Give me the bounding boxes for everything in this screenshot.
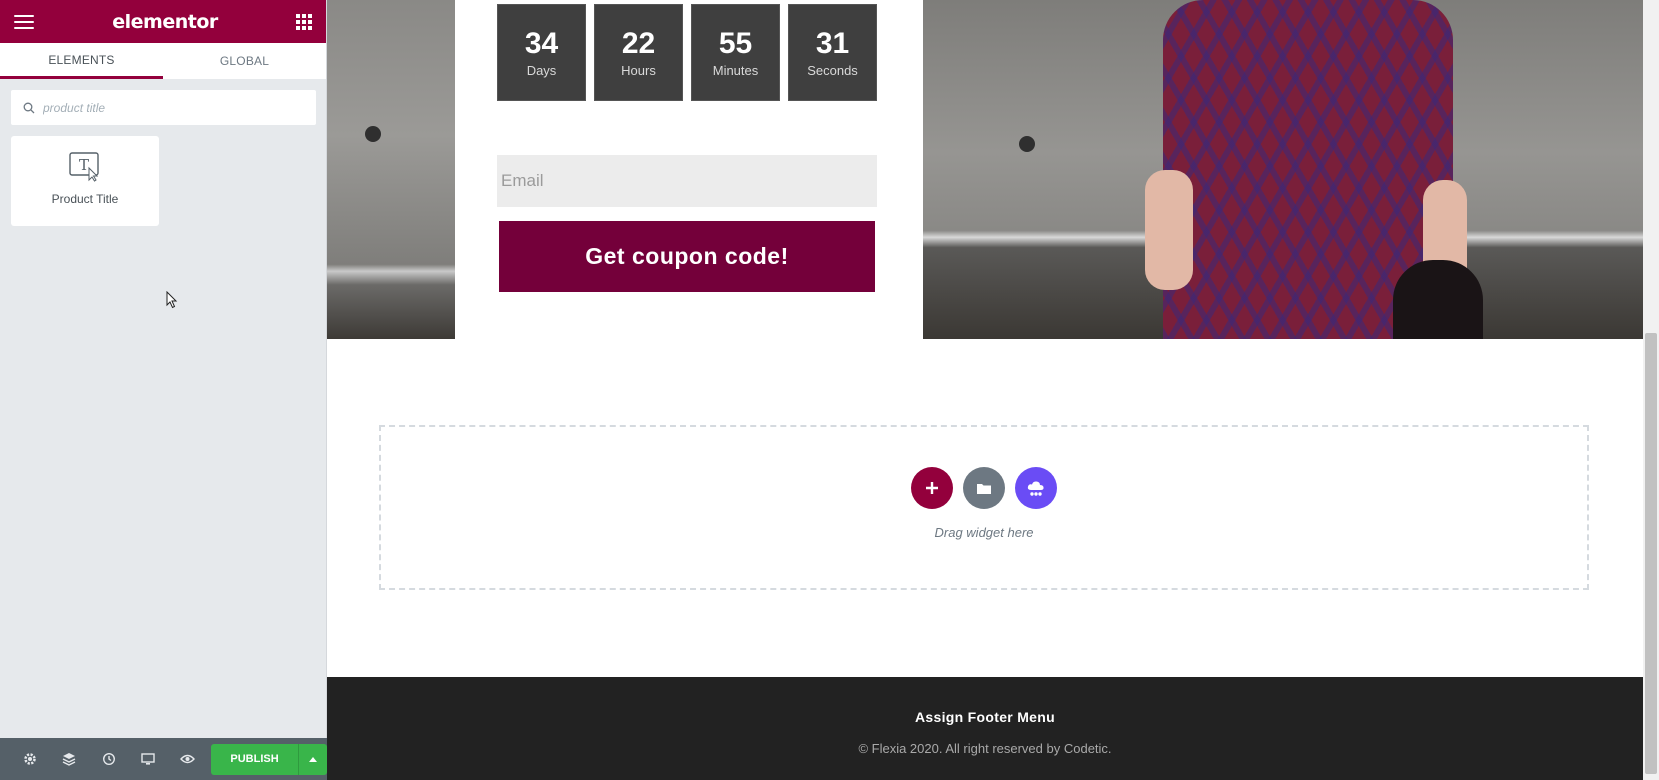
- countdown-days: 34 Days: [497, 4, 586, 101]
- dropzone-hint: Drag widget here: [934, 525, 1034, 540]
- plus-icon: [926, 482, 938, 494]
- countdown-seconds: 31 Seconds: [788, 4, 877, 101]
- publish-button[interactable]: PUBLISH: [211, 743, 299, 775]
- countdown-timer: 34 Days 22 Hours 55 Minutes 31 Seconds: [497, 4, 885, 101]
- widget-product-title[interactable]: T Product Title: [11, 136, 159, 226]
- add-section-button[interactable]: [911, 467, 953, 509]
- settings-icon[interactable]: [10, 738, 49, 780]
- email-field[interactable]: [497, 155, 877, 207]
- search-input[interactable]: [43, 100, 303, 115]
- svg-text:T: T: [79, 156, 89, 174]
- empty-section-dropzone[interactable]: Drag widget here: [379, 425, 1589, 590]
- dropzone-actions: [911, 467, 1057, 509]
- panel-tabs: ELEMENTS GLOBAL: [0, 43, 326, 79]
- countdown-label: Days: [526, 63, 557, 78]
- countdown-label: Minutes: [712, 63, 759, 78]
- coupon-column: 34 Days 22 Hours 55 Minutes 31 Seconds G…: [455, 0, 923, 339]
- countdown-label: Hours: [621, 63, 656, 78]
- editor-canvas: 34 Days 22 Hours 55 Minutes 31 Seconds G…: [327, 0, 1643, 780]
- widgets-grid-icon[interactable]: [295, 13, 312, 30]
- mouse-cursor-icon: [166, 291, 178, 309]
- countdown-value: 31: [815, 27, 850, 60]
- countdown-label: Seconds: [807, 63, 858, 78]
- history-icon[interactable]: [89, 738, 128, 780]
- search-icon: [23, 102, 35, 113]
- hero-section: 34 Days 22 Hours 55 Minutes 31 Seconds G…: [327, 0, 1643, 339]
- cloud-template-button[interactable]: [1015, 467, 1057, 509]
- folder-icon: [977, 483, 991, 494]
- footer-menu-link[interactable]: Assign Footer Menu: [915, 709, 1055, 725]
- elementor-logo: elementor: [112, 10, 218, 33]
- widget-search: [11, 90, 316, 125]
- template-library-button[interactable]: [963, 467, 1005, 509]
- menu-icon[interactable]: [14, 14, 34, 29]
- elementor-panel: elementor ELEMENTS GLOBAL T Product Titl…: [0, 0, 328, 780]
- publish-options-button[interactable]: [298, 743, 328, 775]
- background-photo-left: [327, 0, 455, 339]
- model-photo: [923, 0, 1643, 339]
- countdown-value: 34: [524, 27, 559, 60]
- scrollbar-thumb[interactable]: [1645, 333, 1657, 774]
- widget-label: Product Title: [51, 192, 119, 206]
- caret-up-icon: [309, 756, 318, 762]
- tab-global[interactable]: GLOBAL: [163, 43, 326, 79]
- layers-icon[interactable]: [49, 738, 88, 780]
- panel-header: elementor: [0, 0, 326, 43]
- countdown-value: 55: [718, 27, 753, 60]
- footer-copyright: © Flexia 2020. All right reserved by Cod…: [858, 741, 1112, 756]
- countdown-minutes: 55 Minutes: [691, 4, 780, 101]
- publish-group: PUBLISH: [211, 743, 328, 775]
- countdown-hours: 22 Hours: [594, 4, 683, 101]
- text-title-icon: T: [69, 152, 99, 182]
- tab-elements[interactable]: ELEMENTS: [0, 43, 163, 79]
- responsive-icon[interactable]: [128, 738, 167, 780]
- site-footer: Assign Footer Menu © Flexia 2020. All ri…: [327, 677, 1643, 780]
- countdown-value: 22: [621, 27, 656, 60]
- get-coupon-button[interactable]: Get coupon code!: [499, 221, 875, 292]
- preview-icon[interactable]: [168, 738, 207, 780]
- panel-footer: PUBLISH: [0, 738, 328, 780]
- cloud-template-icon: [1027, 480, 1044, 496]
